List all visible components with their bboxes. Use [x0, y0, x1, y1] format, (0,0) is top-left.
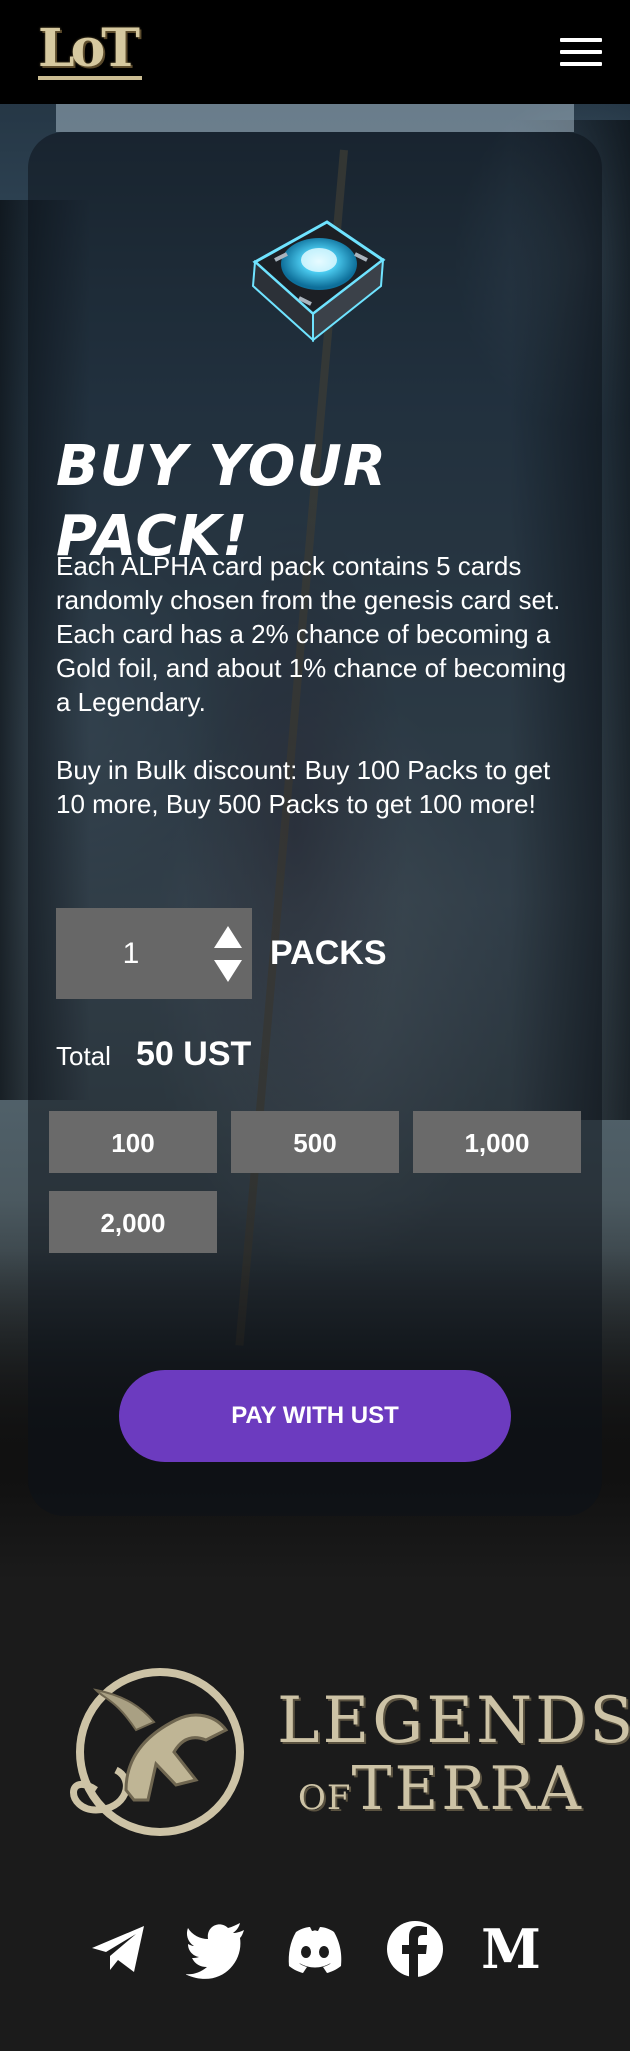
- quantity-stepper: 1: [56, 908, 252, 999]
- menu-bar: [560, 62, 602, 66]
- twitter-icon[interactable]: [186, 1918, 248, 1980]
- pack-description: Each ALPHA card pack contains 5 cards ra…: [56, 551, 567, 717]
- preset-2000-button[interactable]: 2,000: [49, 1191, 217, 1253]
- card-pack-icon: [251, 220, 386, 343]
- menu-bar: [560, 38, 602, 42]
- page-title: BUY YOUR PACK!: [56, 434, 387, 569]
- top-header: LoT: [0, 0, 630, 104]
- discord-icon[interactable]: [284, 1918, 346, 1980]
- triangle-down-icon[interactable]: [208, 956, 248, 988]
- brand-name-line-2: OFTERRA: [298, 1756, 584, 1831]
- packs-label: PACKS: [270, 934, 387, 972]
- brand-terra: TERRA: [351, 1754, 584, 1824]
- header-band: [56, 104, 574, 132]
- hamburger-menu-icon[interactable]: [560, 36, 602, 68]
- preset-1000-button[interactable]: 1,000: [413, 1111, 581, 1173]
- preset-500-button[interactable]: 500: [231, 1111, 399, 1173]
- pay-with-ust-button[interactable]: PAY WITH UST: [119, 1370, 511, 1462]
- dragon-emblem-icon: [70, 1668, 244, 1836]
- triangle-up-icon[interactable]: [208, 920, 248, 952]
- brand-name-line-1: LEGENDS: [277, 1684, 630, 1758]
- svg-text:M: M: [481, 1918, 541, 1980]
- telegram-icon[interactable]: [88, 1918, 150, 1980]
- bulk-discount-text: Buy in Bulk discount: Buy 100 Packs to g…: [56, 755, 551, 819]
- facebook-icon[interactable]: [384, 1918, 446, 1980]
- total-value: 50 UST: [136, 1035, 252, 1073]
- lot-logo[interactable]: LoT: [38, 18, 142, 80]
- medium-icon[interactable]: M: [480, 1918, 542, 1980]
- menu-bar: [560, 50, 602, 54]
- brand-of: OF: [298, 1778, 352, 1818]
- preset-100-button[interactable]: 100: [49, 1111, 217, 1173]
- total-label: Total: [56, 1041, 111, 1071]
- quantity-input[interactable]: 1: [56, 908, 206, 999]
